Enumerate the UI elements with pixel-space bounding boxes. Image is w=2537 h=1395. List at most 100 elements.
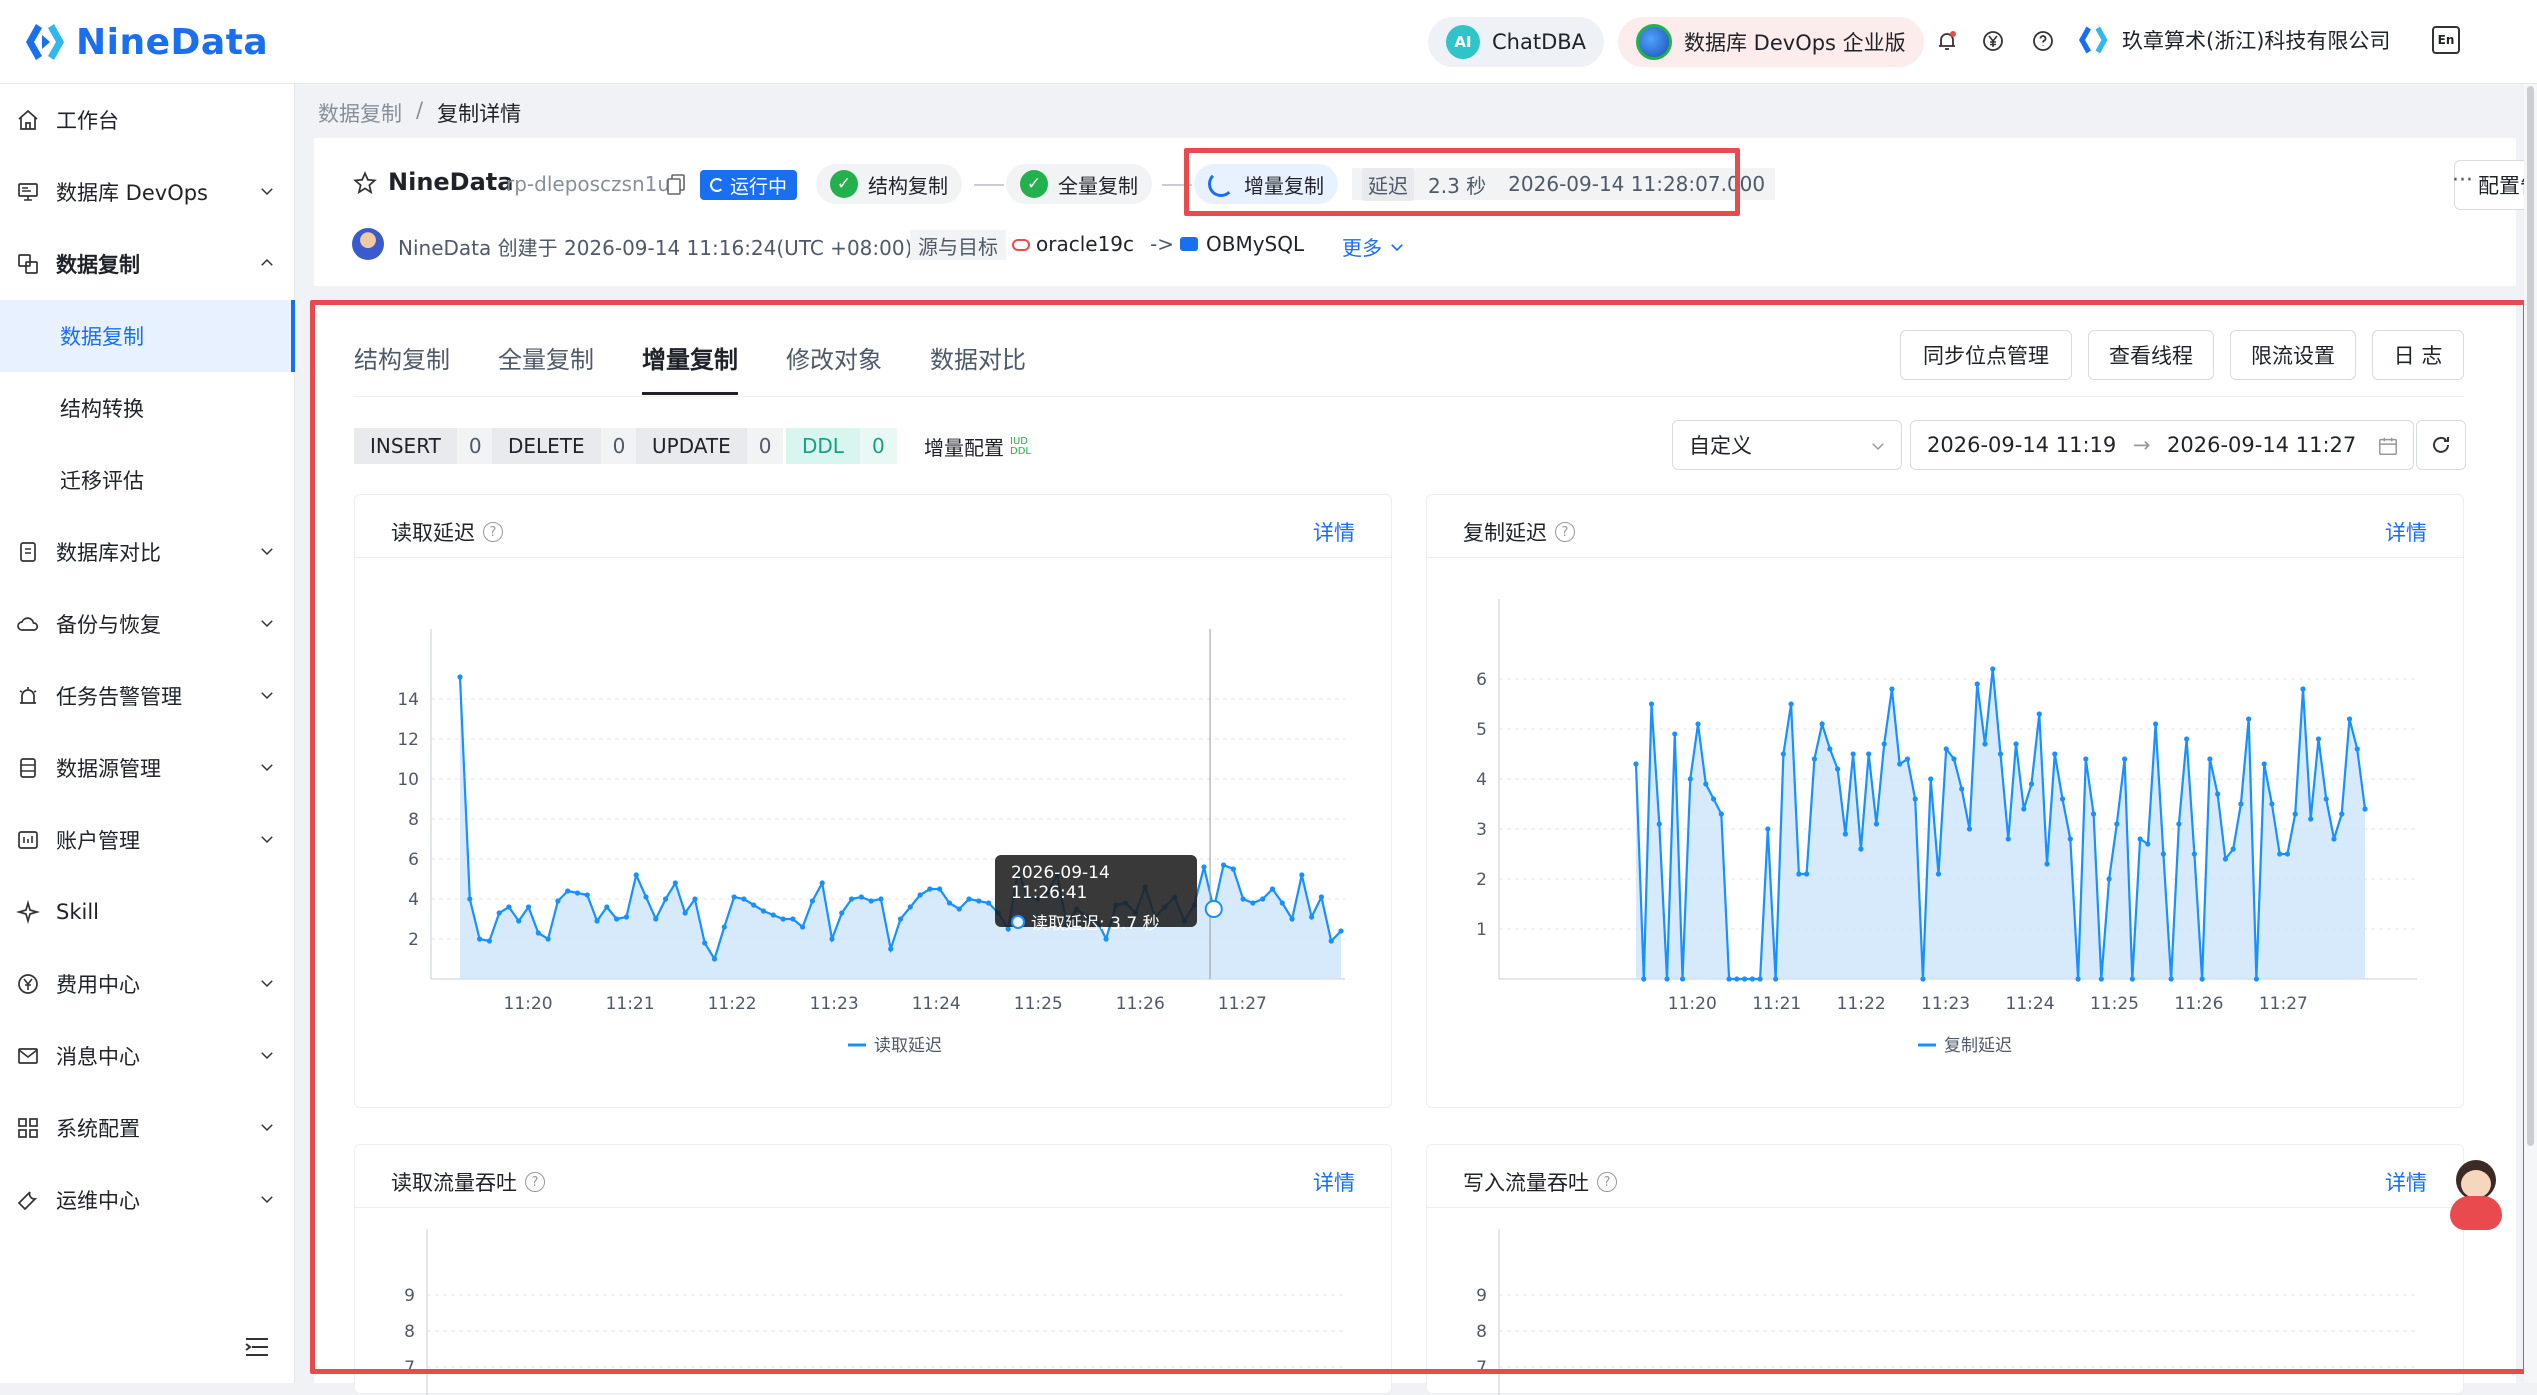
sidebar-item-label: 数据库对比 bbox=[56, 541, 161, 565]
panel-highlight-box bbox=[310, 300, 2528, 1374]
oracle-icon bbox=[1012, 239, 1030, 251]
mail-icon bbox=[18, 1048, 38, 1064]
more-actions-icon[interactable]: ··· bbox=[2452, 168, 2473, 193]
sidebar-item-workbench[interactable]: 工作台 bbox=[0, 84, 295, 156]
scrollbar-thumb[interactable] bbox=[2527, 86, 2534, 1146]
sidebar-subitem-migration-assess[interactable]: 迁移评估 bbox=[0, 444, 295, 516]
sidebar: 工作台 数据库 DevOps 数据复制 数据复制 结构转换 迁移评估 数据库对比… bbox=[0, 84, 295, 1383]
status-badge: 运行中 bbox=[700, 170, 798, 200]
chevron-down-icon bbox=[1391, 243, 1403, 251]
compare-icon bbox=[20, 542, 36, 562]
oceanbase-icon bbox=[1180, 237, 1198, 251]
org-logo-icon bbox=[2079, 26, 2108, 54]
more-label: 更多 bbox=[1342, 236, 1382, 260]
yen-circle-icon[interactable] bbox=[1981, 29, 2005, 53]
more-link[interactable]: 更多 bbox=[1342, 232, 1406, 261]
ninedata-logo-icon bbox=[26, 24, 64, 60]
sidebar-item-alarm[interactable]: 任务告警管理 bbox=[0, 660, 295, 732]
check-circle-icon: ✓ bbox=[830, 170, 858, 198]
step-connector bbox=[974, 184, 1004, 186]
more-dots: ··· bbox=[2452, 168, 2473, 193]
chatdba-label: ChatDBA bbox=[1492, 30, 1587, 54]
step-label: 结构复制 bbox=[868, 173, 948, 198]
cloud-icon bbox=[17, 617, 39, 631]
sidebar-item-account[interactable]: 账户管理 bbox=[0, 804, 295, 876]
source-target-label: 源与目标 bbox=[910, 230, 1006, 260]
step-label: 全量复制 bbox=[1058, 173, 1138, 198]
sidebar-item-db-compare[interactable]: 数据库对比 bbox=[0, 516, 295, 588]
copy-icon bbox=[18, 254, 38, 274]
org-name: 玖章算术(浙江)科技有限公司 bbox=[2122, 29, 2391, 53]
help-icon[interactable] bbox=[2031, 29, 2055, 53]
arrow-right-icon: -> bbox=[1150, 232, 1174, 256]
sidebar-item-label: 数据复制 bbox=[60, 325, 144, 349]
chevron-down-icon bbox=[261, 548, 273, 556]
page-scrollbar[interactable] bbox=[2524, 84, 2537, 1383]
breadcrumb: 数据复制 / 复制详情 bbox=[318, 98, 521, 128]
sidebar-item-datasource[interactable]: 数据源管理 bbox=[0, 732, 295, 804]
sidebar-item-label: 消息中心 bbox=[56, 1045, 140, 1069]
source-name: oracle19c bbox=[1036, 232, 1135, 256]
sidebar-item-billing[interactable]: 费用中心 bbox=[0, 948, 295, 1020]
status-text: 运行中 bbox=[730, 175, 788, 198]
breadcrumb-separator: / bbox=[416, 98, 424, 122]
nine-data-logo[interactable]: NineData bbox=[22, 18, 268, 66]
collapse-sidebar-icon[interactable] bbox=[244, 1336, 270, 1358]
breadcrumb-current: 复制详情 bbox=[437, 102, 522, 126]
chevron-down-icon bbox=[261, 1052, 273, 1060]
sidebar-item-label: 数据复制 bbox=[56, 253, 140, 277]
chatdba-icon: AI bbox=[1446, 25, 1480, 59]
bell-icon[interactable] bbox=[1935, 29, 1959, 53]
chevron-down-icon bbox=[261, 1196, 273, 1204]
sidebar-item-skill[interactable]: Skill bbox=[0, 876, 295, 948]
chevron-down-icon bbox=[261, 1124, 273, 1132]
sidebar-item-system-config[interactable]: 系统配置 bbox=[0, 1092, 295, 1164]
wrench-icon bbox=[17, 1191, 38, 1211]
sidebar-item-label: 账户管理 bbox=[56, 829, 140, 853]
grid-icon bbox=[18, 1118, 38, 1138]
avatar bbox=[352, 228, 384, 260]
sidebar-item-devops[interactable]: 数据库 DevOps bbox=[0, 156, 295, 228]
chevron-down-icon bbox=[261, 980, 273, 988]
monitor-icon bbox=[18, 183, 38, 201]
sidebar-item-replication[interactable]: 数据复制 bbox=[0, 228, 295, 300]
home-icon bbox=[18, 109, 38, 130]
sidebar-item-label: 运维中心 bbox=[56, 1189, 140, 1213]
sidebar-item-label: 工作台 bbox=[56, 109, 119, 133]
copy-id-icon[interactable] bbox=[666, 174, 686, 196]
task-name: NineData bbox=[388, 168, 514, 196]
chevron-down-icon bbox=[261, 836, 273, 844]
sidebar-item-label: 数据库 DevOps bbox=[56, 181, 208, 205]
sidebar-item-label: 数据源管理 bbox=[56, 757, 161, 781]
sidebar-subitem-replication[interactable]: 数据复制 bbox=[0, 300, 295, 372]
org-switcher[interactable]: 玖章算术(浙江)科技有限公司 bbox=[2076, 22, 2390, 58]
step-schema-replication[interactable]: ✓ 结构复制 bbox=[816, 164, 962, 204]
star-icon[interactable] bbox=[352, 170, 378, 196]
chevron-down-icon bbox=[261, 692, 273, 700]
task-id: rp-dleposczsn1u bbox=[506, 172, 671, 196]
sidebar-item-messages[interactable]: 消息中心 bbox=[0, 1020, 295, 1092]
language-label: En bbox=[2437, 33, 2455, 47]
alarm-icon bbox=[19, 687, 37, 704]
chevron-down-icon bbox=[261, 620, 273, 628]
sidebar-item-label: 结构转换 bbox=[60, 397, 144, 421]
language-switch-icon[interactable]: En bbox=[2432, 26, 2460, 54]
top-header: NineData AI ChatDBA 数据库 DevOps 企业版 玖章算术(… bbox=[0, 0, 2537, 84]
breadcrumb-parent[interactable]: 数据复制 bbox=[318, 98, 402, 128]
sidebar-item-label: 费用中心 bbox=[56, 973, 140, 997]
chevron-down-icon bbox=[261, 764, 273, 772]
edition-button[interactable]: 数据库 DevOps 企业版 bbox=[1618, 17, 1924, 67]
account-icon bbox=[18, 831, 38, 849]
sidebar-item-label: Skill bbox=[56, 900, 99, 924]
delay-highlight-box bbox=[1184, 148, 1740, 216]
target-name: OBMySQL bbox=[1206, 232, 1305, 256]
database-icon bbox=[20, 758, 36, 778]
chatdba-button[interactable]: AI ChatDBA bbox=[1428, 17, 1605, 67]
logo-text: NineData bbox=[76, 21, 269, 63]
sidebar-item-ops-center[interactable]: 运维中心 bbox=[0, 1164, 295, 1236]
sidebar-subitem-schema-convert[interactable]: 结构转换 bbox=[0, 372, 295, 444]
sidebar-item-label: 迁移评估 bbox=[60, 469, 144, 493]
step-full-replication[interactable]: ✓ 全量复制 bbox=[1006, 164, 1152, 204]
sidebar-item-backup[interactable]: 备份与恢复 bbox=[0, 588, 295, 660]
skill-icon bbox=[16, 900, 40, 924]
